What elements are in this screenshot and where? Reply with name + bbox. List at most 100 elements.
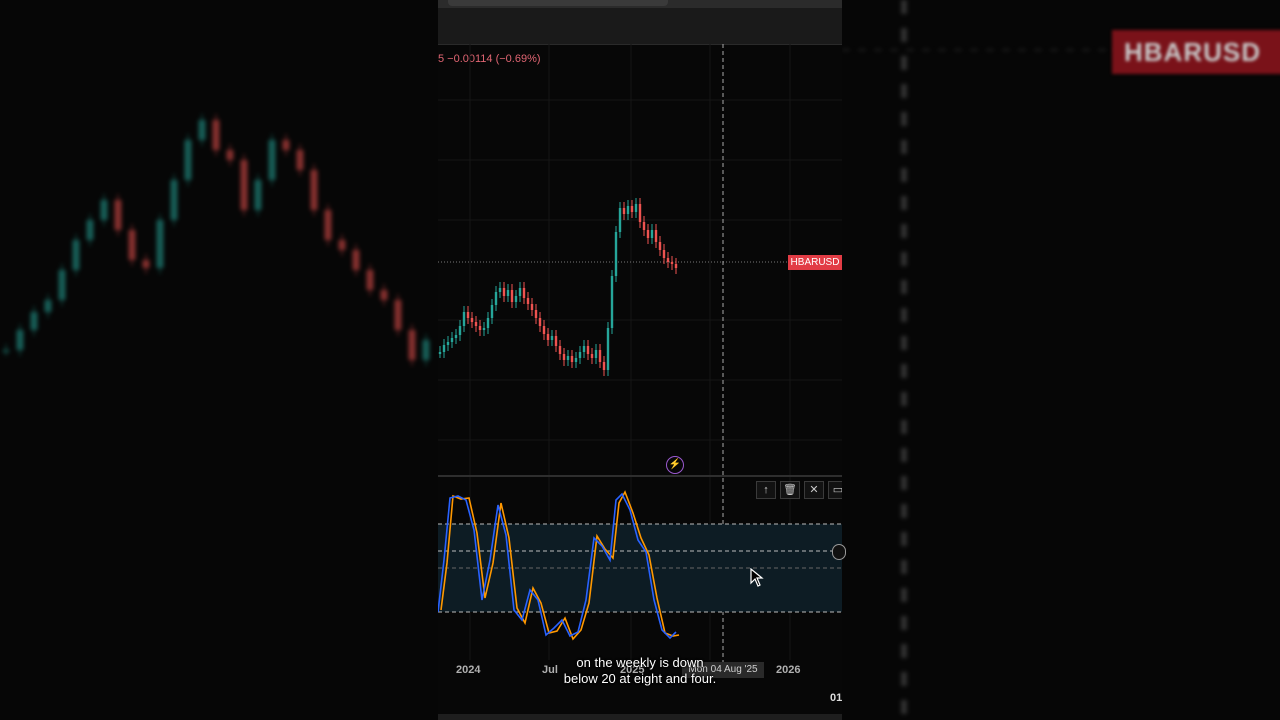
candle [462, 312, 466, 326]
candle [590, 354, 594, 358]
chart-panel[interactable]: 5 −0.00114 (−0.69%) HBARUSD ⚡ ↑ 🗑 ✕ ▭ 20… [438, 0, 842, 720]
caption-line-1: on the weekly is down [576, 655, 704, 670]
candle [650, 230, 654, 238]
candle [634, 204, 638, 212]
candle [630, 206, 634, 212]
blurred-candles-left [2, 114, 430, 366]
candle [490, 305, 494, 318]
blurred-background-right: HBARUSD [842, 0, 1280, 720]
candle [44, 300, 52, 312]
candle [598, 350, 602, 362]
candle [338, 240, 346, 250]
candle [510, 290, 514, 302]
candle [498, 288, 502, 292]
candle [666, 258, 670, 262]
candle [2, 350, 10, 352]
candle [394, 300, 402, 330]
band-drag-handle[interactable] [832, 544, 846, 560]
bolt-icon[interactable]: ⚡ [666, 456, 684, 474]
candle [594, 350, 598, 358]
mouse-cursor-icon [750, 568, 764, 587]
candle [642, 222, 646, 230]
candle [142, 260, 150, 268]
ticker-price-tag: HBARUSD [788, 255, 842, 270]
candle [526, 298, 530, 304]
candle [114, 200, 122, 230]
candle [470, 318, 474, 322]
candle [614, 232, 618, 276]
candle [100, 200, 108, 220]
caption-line-2: below 20 at eight and four. [563, 671, 717, 686]
candle [352, 250, 360, 270]
candle [554, 336, 558, 346]
candle [514, 296, 518, 302]
candle [534, 310, 538, 318]
candle [570, 356, 574, 362]
candle [458, 326, 462, 335]
candle [450, 338, 454, 342]
trash-icon[interactable]: 🗑 [780, 481, 800, 499]
candle [530, 304, 534, 310]
bottom-bar [438, 714, 842, 720]
candle [626, 206, 630, 214]
blurred-grid-right [842, 0, 1280, 720]
candle [128, 230, 136, 260]
candle [296, 150, 304, 170]
candle [16, 330, 24, 350]
candle [486, 318, 490, 328]
candle [654, 230, 658, 242]
candle [226, 150, 234, 160]
candle [212, 120, 220, 150]
candle [156, 220, 164, 268]
candle [268, 140, 276, 180]
candle [606, 328, 610, 370]
candle [380, 290, 388, 300]
bottom-value: 01 [830, 692, 842, 704]
video-caption: on the weekly is down below 20 at eight … [560, 655, 720, 687]
candle [582, 346, 586, 352]
candle [474, 322, 478, 326]
move-up-icon[interactable]: ↑ [756, 481, 776, 499]
candle [558, 346, 562, 354]
candle [310, 170, 318, 210]
candle [618, 208, 622, 232]
x-axis-label-jul: Jul [542, 664, 558, 676]
candle [562, 354, 566, 360]
pane-divider[interactable] [438, 475, 842, 477]
candle [240, 160, 248, 210]
candle [542, 326, 546, 334]
candle [422, 340, 430, 360]
x-axis-label-2026: 2026 [776, 664, 801, 676]
candle [366, 270, 374, 290]
candle [550, 336, 554, 340]
candle [578, 352, 582, 358]
x-axis-label-2024: 2024 [456, 664, 481, 676]
candle [638, 204, 642, 222]
candle [254, 180, 262, 210]
candle [438, 352, 442, 354]
candle [522, 288, 526, 298]
candle [446, 342, 450, 345]
candle [658, 242, 662, 250]
candle [170, 180, 178, 220]
price-chart[interactable] [438, 0, 842, 720]
candle [586, 346, 590, 354]
candle [478, 326, 482, 330]
candle [518, 288, 522, 296]
candle [198, 120, 206, 140]
maximize-icon[interactable]: ▭ [828, 481, 842, 499]
candle [506, 290, 510, 296]
candle [502, 288, 506, 296]
candle [282, 140, 290, 150]
candle [646, 230, 650, 238]
candle [546, 334, 550, 340]
blurred-ticker-tag: HBARUSD [1112, 30, 1280, 74]
close-icon[interactable]: ✕ [804, 481, 824, 499]
candle [466, 312, 470, 318]
candle [184, 140, 192, 180]
candle [494, 292, 498, 305]
candles [438, 198, 678, 376]
candle [622, 208, 626, 214]
candle [674, 264, 678, 268]
candle [670, 262, 674, 264]
